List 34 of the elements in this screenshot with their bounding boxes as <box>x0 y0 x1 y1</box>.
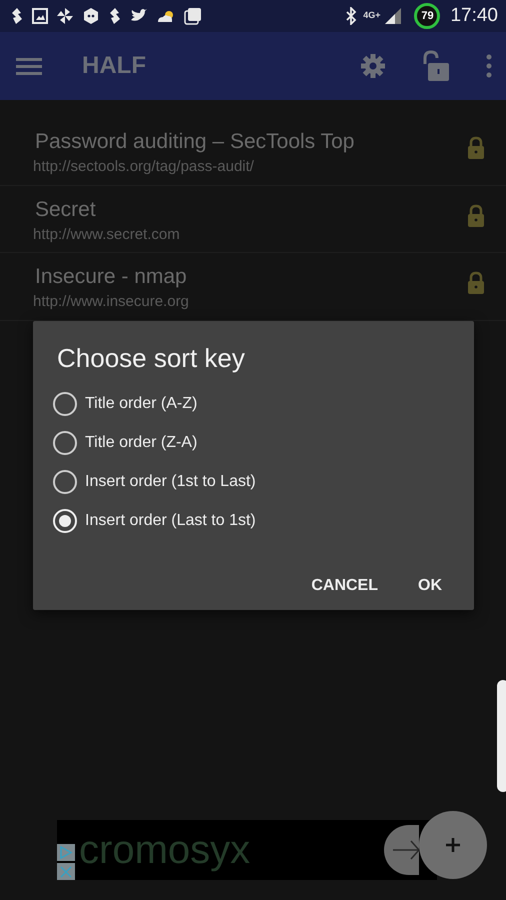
hexagon-icon <box>82 7 100 25</box>
more-options-icon[interactable] <box>486 54 492 78</box>
ok-button[interactable]: OK <box>406 566 454 606</box>
app-title: HALF <box>82 51 147 81</box>
settings-icon[interactable] <box>360 53 386 79</box>
option-label[interactable]: Insert order (1st to Last) <box>85 470 256 494</box>
radio-button[interactable] <box>53 392 77 416</box>
entry-url: http://sectools.org/tag/pass-audit/ <box>33 157 255 177</box>
menu-icon[interactable] <box>16 56 42 76</box>
option-label[interactable]: Title order (A-Z) <box>85 392 198 416</box>
dialog-title: Choose sort key <box>57 342 246 375</box>
radio-button[interactable] <box>53 470 77 494</box>
option-label[interactable]: Title order (Z-A) <box>85 430 198 454</box>
network-type-label: 4G+ <box>363 9 380 22</box>
edge-handle[interactable] <box>497 680 506 792</box>
radio-button[interactable] <box>53 430 77 454</box>
notification-icon <box>10 7 24 25</box>
plus-icon <box>445 837 461 853</box>
image-icon <box>32 8 48 24</box>
gallery-icon <box>184 7 202 25</box>
entry-url: http://www.secret.com <box>33 224 181 244</box>
ad-choices-icon[interactable] <box>57 844 75 880</box>
weather-icon <box>156 8 176 24</box>
battery-indicator: 79 <box>414 3 440 29</box>
notification-icon <box>108 7 122 25</box>
pinwheel-icon <box>56 7 74 25</box>
bird-icon <box>130 8 148 24</box>
arrow-icon <box>390 838 418 862</box>
option-label[interactable]: Insert order (Last to 1st) <box>85 508 256 532</box>
ad-text: cromosyx <box>79 827 250 874</box>
entry-url: http://www.insecure.org <box>33 292 190 312</box>
clock-text: 17:40 <box>450 4 498 28</box>
signal-icon <box>384 7 402 25</box>
cancel-button[interactable]: CANCEL <box>299 566 390 606</box>
